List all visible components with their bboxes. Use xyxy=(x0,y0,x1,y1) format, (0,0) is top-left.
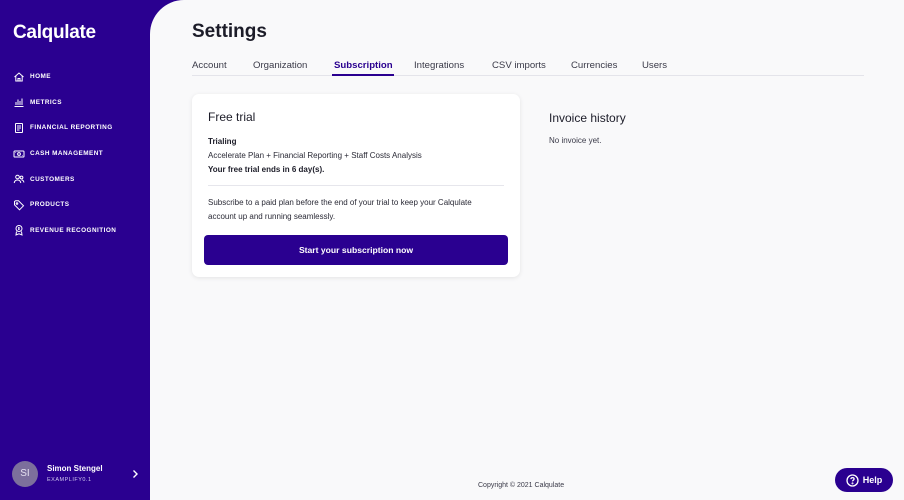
app-logo[interactable]: Calqulate xyxy=(13,22,96,44)
tab-account[interactable]: Account xyxy=(192,60,227,71)
tab-organization[interactable]: Organization xyxy=(253,60,307,71)
tab-users[interactable]: Users xyxy=(642,60,667,71)
help-label: Help xyxy=(862,475,883,485)
bar-chart-icon xyxy=(14,98,24,108)
page-title: Settings xyxy=(192,21,267,42)
divider xyxy=(208,185,504,186)
chevron-right-icon[interactable] xyxy=(130,469,140,479)
home-icon xyxy=(14,72,24,82)
sidebar-item-products[interactable]: PRODUCTS xyxy=(0,192,150,218)
footer-copyright: Copyright © 2021 Calqulate xyxy=(478,482,565,489)
sidebar-nav: HOME METRICS FINANCIAL REPORTING CASH MA… xyxy=(0,64,150,243)
tab-subscription[interactable]: Subscription xyxy=(334,60,393,71)
user-menu[interactable]: SI Simon Stengel EXAMPLIFY0.1 xyxy=(12,460,140,487)
sidebar-item-label: HOME xyxy=(30,73,51,81)
sidebar-item-metrics[interactable]: METRICS xyxy=(0,90,150,116)
trial-status: Trialing xyxy=(208,137,237,146)
revenue-icon xyxy=(15,225,23,237)
free-trial-card: Free trial Trialing Accelerate Plan + Fi… xyxy=(192,94,520,277)
card-title: Free trial xyxy=(208,110,256,124)
user-info: Simon Stengel EXAMPLIFY0.1 xyxy=(47,464,130,483)
report-icon xyxy=(15,122,23,133)
sidebar-item-revenue-recognition[interactable]: REVENUE RECOGNITION xyxy=(0,218,150,244)
main-content: Settings Account Organization Subscripti… xyxy=(150,0,904,500)
tab-integrations[interactable]: Integrations xyxy=(414,60,464,71)
sidebar-item-label: PRODUCTS xyxy=(30,201,70,209)
invoice-history-title: Invoice history xyxy=(549,111,626,125)
sidebar-item-label: METRICS xyxy=(30,98,62,106)
active-tab-indicator xyxy=(332,74,394,76)
sidebar-item-cash-management[interactable]: CASH MANAGEMENT xyxy=(0,141,150,167)
invoice-empty-state: No invoice yet. xyxy=(549,136,602,145)
users-icon xyxy=(13,174,25,184)
sidebar-item-customers[interactable]: CUSTOMERS xyxy=(0,166,150,192)
sidebar-item-label: CASH MANAGEMENT xyxy=(30,150,104,158)
avatar: SI xyxy=(12,460,38,487)
user-organization: EXAMPLIFY0.1 xyxy=(47,477,92,483)
sidebar-item-home[interactable]: HOME xyxy=(0,64,150,90)
sidebar-item-financial-reporting[interactable]: FINANCIAL REPORTING xyxy=(0,115,150,141)
subscribe-note: Subscribe to a paid plan before the end … xyxy=(208,198,472,221)
sidebar-item-label: REVENUE RECOGNITION xyxy=(30,226,117,234)
tab-csv-imports[interactable]: CSV imports xyxy=(492,60,546,71)
cash-icon xyxy=(13,150,25,158)
tab-currencies[interactable]: Currencies xyxy=(571,60,617,71)
settings-tabs: Account Organization Subscription Integr… xyxy=(192,57,864,76)
trial-ends-text: Your free trial ends in 6 day(s). xyxy=(208,165,325,174)
tag-icon xyxy=(14,200,25,211)
sidebar: Calqulate HOME METRICS FINANCIAL REPORTI… xyxy=(0,0,160,500)
plan-description: Accelerate Plan + Financial Reporting + … xyxy=(208,151,422,160)
sidebar-item-label: CUSTOMERS xyxy=(30,175,75,183)
question-circle-icon xyxy=(846,473,859,487)
start-subscription-button[interactable]: Start your subscription now xyxy=(204,235,508,265)
sidebar-item-label: FINANCIAL REPORTING xyxy=(30,124,113,132)
user-name: Simon Stengel xyxy=(47,464,103,473)
help-button[interactable]: Help xyxy=(835,468,893,492)
